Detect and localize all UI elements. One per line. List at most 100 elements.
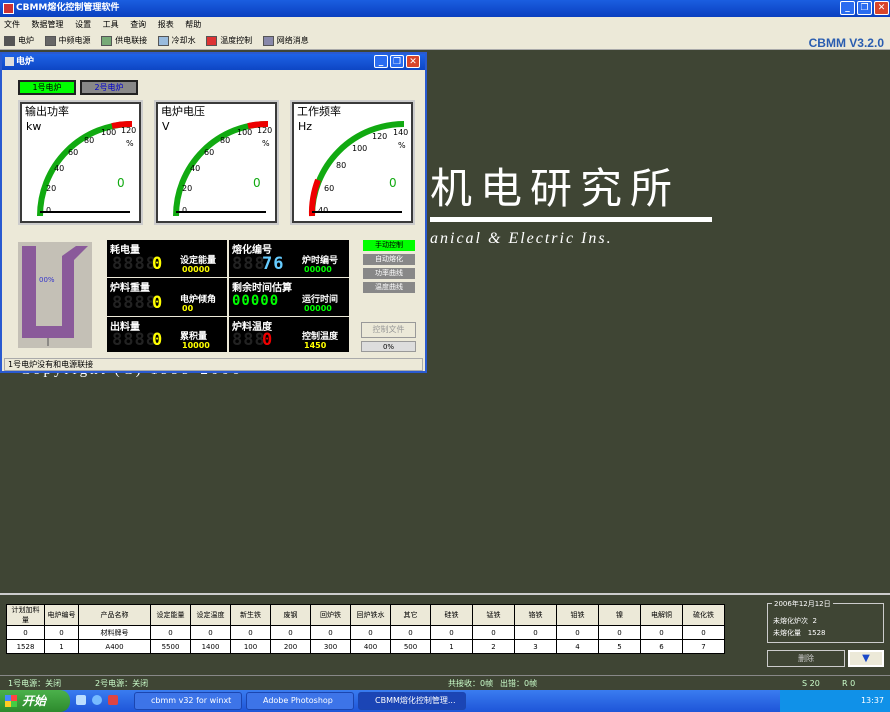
table-cell[interactable]: 1 <box>430 639 473 654</box>
start-button[interactable]: 开始 <box>0 690 70 712</box>
energy-panel: 耗电量 8888 0 设定能量 00000 <box>107 240 227 277</box>
table-cell[interactable]: 0 <box>310 625 351 640</box>
table-cell[interactable]: 0 <box>150 625 191 640</box>
table-cell[interactable]: 材料牌号 <box>78 625 151 640</box>
charge-temp-panel: 炉料温度 888 0 控制温度 1450 <box>229 317 349 352</box>
table-header: 其它 <box>390 604 431 626</box>
table-cell[interactable]: 0 <box>390 625 431 640</box>
table-cell[interactable]: 6 <box>640 639 683 654</box>
table-cell[interactable]: 5500 <box>150 639 191 654</box>
task-photoshop[interactable]: Adobe Photoshop <box>246 692 354 710</box>
table-cell[interactable]: 3 <box>514 639 557 654</box>
child-close-button[interactable]: ✕ <box>406 55 420 68</box>
table-cell[interactable]: 0 <box>230 625 271 640</box>
manual-control-button[interactable]: 手动控制 <box>363 240 415 251</box>
temp-curve-button[interactable]: 温度曲线 <box>363 282 415 293</box>
power-curve-button[interactable]: 功率曲线 <box>363 268 415 279</box>
table-row[interactable]: 1528 1 A400 5500 1400 100 200 300 400 50… <box>6 639 725 654</box>
table-cell[interactable]: 500 <box>390 639 431 654</box>
menu-query[interactable]: 查询 <box>130 20 146 29</box>
close-button[interactable]: ✕ <box>874 1 889 15</box>
table-cell[interactable]: 0 <box>350 625 391 640</box>
tick-label: 80 <box>84 136 95 145</box>
table-cell[interactable]: 0 <box>556 625 599 640</box>
table-row[interactable]: 0 0 材料牌号 0 0 0 0 0 0 0 0 0 0 0 0 0 0 <box>6 625 725 640</box>
quicklaunch-icon[interactable] <box>76 695 86 705</box>
table-cell[interactable]: 0 <box>44 625 79 640</box>
toolbar-temp-control[interactable]: 温度控制 <box>206 32 252 50</box>
quicklaunch-icon[interactable] <box>108 695 118 705</box>
minimize-button[interactable]: _ <box>840 1 855 15</box>
menu-tools[interactable]: 工具 <box>103 20 119 29</box>
toolbar-supply-link[interactable]: 供电联接 <box>101 32 147 50</box>
furnace-2-tab[interactable]: 2号电炉 <box>80 80 138 95</box>
table-cell[interactable]: 5 <box>598 639 641 654</box>
table-cell[interactable]: 0 <box>472 625 515 640</box>
power-1-status: 1号电源：关闭 <box>8 679 62 688</box>
table-cell[interactable]: 1 <box>44 639 79 654</box>
menu-report[interactable]: 报表 <box>158 20 174 29</box>
task-cbmm-folder[interactable]: cbmm v32 for winxt <box>134 692 242 710</box>
table-cell[interactable]: 200 <box>270 639 311 654</box>
menu-settings[interactable]: 设置 <box>75 20 91 29</box>
ie-icon[interactable] <box>92 695 102 705</box>
received-frames: 共接收：0帧 <box>448 679 494 688</box>
table-cell[interactable]: 1400 <box>190 639 231 654</box>
tick-label: 120 <box>121 126 137 135</box>
gauge-title: 输出功率 <box>25 105 69 118</box>
table-cell[interactable]: 0 <box>640 625 683 640</box>
table-cell[interactable]: 0 <box>6 625 45 640</box>
tick-label: 60 <box>324 184 335 193</box>
table-cell[interactable]: 1528 <box>6 639 45 654</box>
table-cell[interactable]: 100 <box>230 639 271 654</box>
table-cell[interactable]: 7 <box>682 639 725 654</box>
table-cell[interactable]: 0 <box>430 625 473 640</box>
crucible-percent: 00% <box>39 276 55 284</box>
table-cell[interactable]: 4 <box>556 639 599 654</box>
menu-data[interactable]: 数据管理 <box>32 20 64 29</box>
voltage-gauge-dial <box>173 120 269 217</box>
auto-melt-button[interactable]: 自动熔化 <box>363 254 415 265</box>
splash-cn-text: 机电研究所 <box>430 164 681 213</box>
table-cell[interactable]: 400 <box>350 639 391 654</box>
tick-label: 40 <box>190 164 201 173</box>
gauge-readout: 0 <box>389 176 397 190</box>
table-cell[interactable]: 300 <box>310 639 351 654</box>
toolbar-mf-power[interactable]: 中频电源 <box>44 32 91 50</box>
delete-button[interactable]: 删除 <box>767 650 845 667</box>
menu-file[interactable]: 文件 <box>4 20 20 29</box>
table-cell[interactable]: 0 <box>682 625 725 640</box>
table-cell[interactable]: 0 <box>514 625 557 640</box>
maximize-button[interactable]: ❐ <box>857 1 872 15</box>
table-cell[interactable]: 2 <box>472 639 515 654</box>
windows-logo-icon <box>5 695 17 707</box>
menu-help[interactable]: 帮助 <box>185 20 201 29</box>
control-file-button[interactable]: 控制文件 <box>361 322 416 338</box>
move-down-button[interactable]: ▼ <box>848 650 884 667</box>
send-count: S 20 <box>802 679 820 688</box>
child-maximize-button[interactable]: ❐ <box>390 55 404 68</box>
table-cell[interactable]: 0 <box>190 625 231 640</box>
furnace-window-title: 电炉 <box>16 57 35 67</box>
toolbar-net-msg[interactable]: 网络消息 <box>262 32 309 50</box>
furnace-1-tab[interactable]: 1号电炉 <box>18 80 76 95</box>
gauge-unit: kw <box>26 120 42 133</box>
voltage-gauge: 电炉电压 V 0 20 40 60 80 100 120 % 0 <box>154 100 279 225</box>
tick-label: 40 <box>54 164 65 173</box>
table-header: 废钢 <box>270 604 311 626</box>
clock[interactable]: 13:37 <box>861 696 884 705</box>
plan-panel: 计划加料量 电炉编号 产品名称 设定能量 设定温度 新生铁 废钢 回炉铁 回炉铁… <box>0 593 890 683</box>
app-title: CBMM熔化控制管理软件 <box>16 3 120 13</box>
child-minimize-button[interactable]: _ <box>374 55 388 68</box>
table-cell[interactable]: 0 <box>598 625 641 640</box>
task-cbmm-app[interactable]: CBMM熔化控制管理... <box>358 692 466 710</box>
table-cell[interactable]: 0 <box>270 625 311 640</box>
gauge-readout: 0 <box>253 176 261 190</box>
table-header: 设定温度 <box>190 604 231 626</box>
furnace-status-text: 1号电炉没有和电源联接 <box>4 358 423 371</box>
toolbar-cooling-water[interactable]: 冷却水 <box>157 32 196 50</box>
toolbar-furnace[interactable]: 电炉 <box>4 32 34 50</box>
tick-label: 100 <box>352 144 368 153</box>
tick-label: 120 <box>257 126 273 135</box>
table-cell[interactable]: A400 <box>78 639 151 654</box>
